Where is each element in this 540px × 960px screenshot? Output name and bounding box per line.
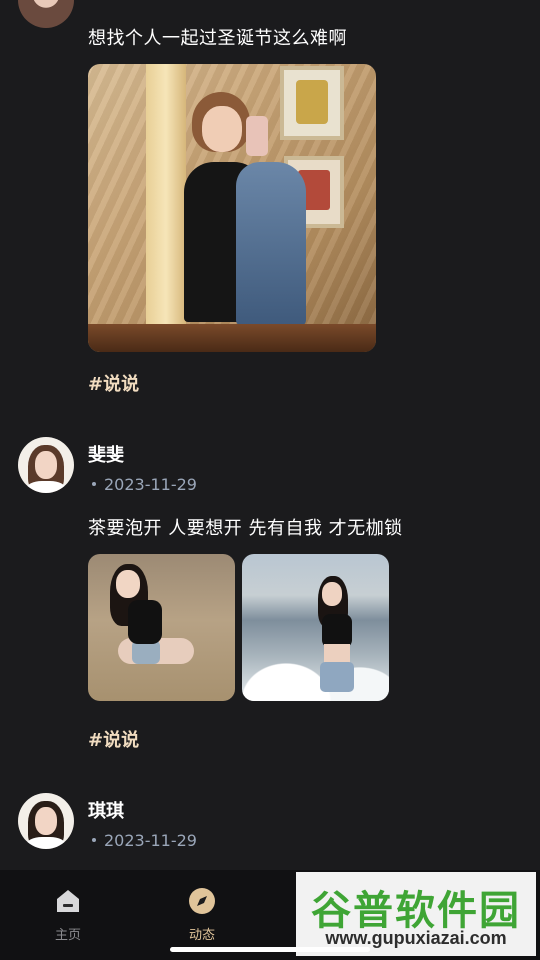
watermark-url: www.gupuxiazai.com: [325, 928, 507, 948]
post-date: 2023-11-29: [88, 475, 197, 494]
avatar[interactable]: [18, 793, 74, 849]
post-photo[interactable]: [242, 554, 389, 701]
post-text: 想找个人一起过圣诞节这么难啊: [88, 28, 347, 49]
tab-moments[interactable]: 动态: [162, 886, 242, 943]
username[interactable]: 斐斐: [88, 441, 124, 467]
compass-icon: [189, 888, 215, 914]
topic-tag[interactable]: #说说: [88, 370, 139, 396]
post-photo[interactable]: [88, 554, 235, 701]
moments-feed[interactable]: 想找个人一起过圣诞节这么难啊 #说说 斐斐 2023-11-29 茶要泡开 人要…: [0, 0, 540, 870]
post-photo[interactable]: [88, 64, 376, 352]
tab-label: 主页: [54, 928, 81, 943]
post-text: 茶要泡开 人要想开 先有自我 才无枷锁: [88, 518, 403, 539]
bullet-icon: [92, 837, 96, 842]
tab-home[interactable]: 主页: [28, 886, 108, 943]
bullet-icon: [92, 481, 96, 486]
home-icon: [57, 890, 79, 912]
post-date: 2023-11-29: [88, 831, 197, 850]
tab-label: 动态: [188, 928, 215, 943]
watermark: 谷普软件园 www.gupuxiazai.com: [296, 872, 536, 956]
avatar[interactable]: [18, 437, 74, 493]
topic-tag[interactable]: #说说: [88, 726, 139, 752]
home-indicator: [170, 947, 370, 952]
avatar[interactable]: [18, 0, 74, 28]
username[interactable]: 琪琪: [88, 797, 124, 823]
